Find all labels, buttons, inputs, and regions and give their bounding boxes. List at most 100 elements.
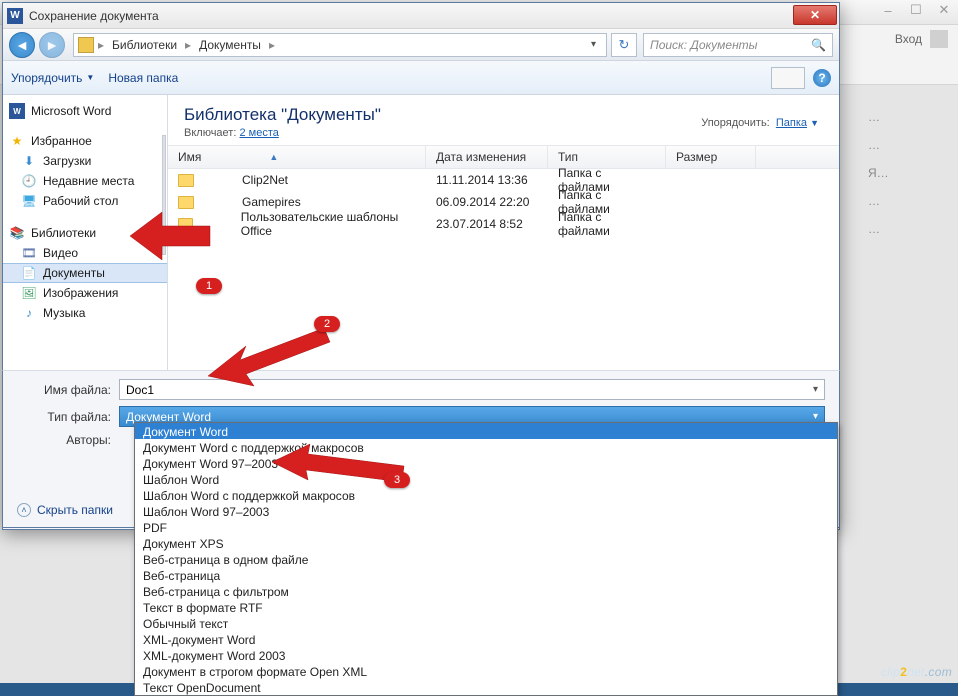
- search-input[interactable]: Поиск: Документы 🔍: [643, 33, 833, 57]
- sort-mode-link[interactable]: Папка: [776, 117, 807, 129]
- login-area[interactable]: Вход: [895, 30, 948, 48]
- filetype-option[interactable]: Документ Word 97–2003: [135, 455, 837, 471]
- refresh-button[interactable]: ↻: [611, 33, 637, 57]
- login-label: Вход: [895, 32, 922, 46]
- sort-asc-icon: ▲: [269, 152, 278, 162]
- download-icon: ⬇: [21, 153, 37, 169]
- file-type: Папка с файлами: [548, 213, 666, 235]
- column-type[interactable]: Тип: [548, 146, 666, 168]
- column-date[interactable]: Дата изменения: [426, 146, 548, 168]
- file-date: 06.09.2014 22:20: [426, 191, 548, 213]
- dialog-title: Сохранение документа: [29, 9, 159, 23]
- toolbar: Упорядочить▼ Новая папка ?: [3, 61, 839, 95]
- file-size: [666, 191, 756, 213]
- filetype-dropdown[interactable]: Документ WordДокумент Word с поддержкой …: [134, 422, 838, 696]
- filetype-option[interactable]: Документ в строгом формате Open XML: [135, 663, 837, 679]
- sidebar-item-recent[interactable]: 🕘 Недавние места: [3, 171, 167, 191]
- forward-button[interactable]: ►: [39, 32, 65, 58]
- images-icon: 🖼: [21, 285, 37, 301]
- file-date: 23.07.2014 8:52: [426, 213, 548, 235]
- file-size: [666, 213, 756, 235]
- music-icon: ♪: [21, 305, 37, 321]
- file-name: Clip2Net: [242, 173, 288, 187]
- library-locations-link[interactable]: 2 места: [239, 127, 278, 139]
- filetype-option[interactable]: Шаблон Word: [135, 471, 837, 487]
- view-mode-button[interactable]: [771, 67, 805, 89]
- chevron-down-icon[interactable]: ▾: [813, 411, 818, 422]
- column-size[interactable]: Размер: [666, 146, 756, 168]
- desktop-icon: 🖥: [21, 193, 37, 209]
- breadcrumb-seg-documents[interactable]: Документы: [193, 38, 267, 52]
- filetype-option[interactable]: Текст OpenDocument: [135, 679, 837, 695]
- search-icon: 🔍: [811, 38, 826, 52]
- chevron-up-icon: ˄: [17, 503, 31, 517]
- chevron-down-icon: ▼: [86, 73, 94, 82]
- navbar: ◄ ► ▸ Библиотеки ▸ Документы ▸ ▾ ↻ Поиск…: [3, 29, 839, 61]
- word-icon: W: [9, 103, 25, 119]
- authors-label: Авторы:: [17, 433, 111, 447]
- word-icon: W: [7, 8, 23, 24]
- table-row[interactable]: Пользовательские шаблоны Office 23.07.201…: [168, 213, 839, 235]
- library-icon: 📚: [9, 225, 25, 241]
- filetype-option[interactable]: Текст в формате RTF: [135, 599, 837, 615]
- library-sort: Упорядочить: Папка ▼: [701, 117, 819, 129]
- help-button[interactable]: ?: [813, 69, 831, 87]
- hide-folders-button[interactable]: Скрыть папки: [37, 503, 113, 517]
- annotation-badge-3: 3: [384, 472, 410, 488]
- list-header: Имя▲ Дата изменения Тип Размер: [168, 145, 839, 169]
- filetype-option[interactable]: Обычный текст: [135, 615, 837, 631]
- file-date: 11.11.2014 13:36: [426, 169, 548, 191]
- table-row[interactable]: Clip2Net11.11.2014 13:36Папка с файлами: [168, 169, 839, 191]
- filetype-option[interactable]: XML-документ Word: [135, 631, 837, 647]
- folder-icon: [178, 196, 194, 209]
- sidebar-item-favorites[interactable]: ★ Избранное: [3, 131, 167, 151]
- filetype-option[interactable]: Документ Word с поддержкой макросов: [135, 439, 837, 455]
- app-maximize-button[interactable]: ☐: [902, 0, 930, 20]
- filetype-label: Тип файла:: [17, 410, 111, 424]
- filename-label: Имя файла:: [17, 383, 111, 397]
- chevron-down-icon: ▼: [810, 118, 819, 128]
- filetype-option[interactable]: Документ Word: [135, 423, 837, 439]
- filetype-option[interactable]: PDF: [135, 519, 837, 535]
- star-icon: ★: [9, 133, 25, 149]
- side-hints: … … Я… … …: [868, 110, 948, 510]
- back-button[interactable]: ◄: [9, 32, 35, 58]
- chevron-down-icon[interactable]: ▾: [813, 384, 818, 395]
- breadcrumb[interactable]: ▸ Библиотеки ▸ Документы ▸ ▾: [73, 33, 607, 57]
- annotation-badge-2: 2: [314, 316, 340, 332]
- folder-icon: [178, 174, 194, 187]
- app-close-button[interactable]: ✕: [930, 0, 958, 20]
- recent-icon: 🕘: [21, 173, 37, 189]
- chevron-right-icon: ▸: [269, 38, 275, 52]
- filetype-option[interactable]: Веб-страница в одном файле: [135, 551, 837, 567]
- avatar: [930, 30, 948, 48]
- file-size: [666, 169, 756, 191]
- titlebar: W Сохранение документа ✕: [3, 3, 839, 29]
- watermark: clip2net.com: [881, 665, 952, 679]
- chevron-right-icon: ▸: [98, 38, 104, 52]
- video-icon: 🎞: [21, 245, 37, 261]
- filetype-option[interactable]: Документ XPS: [135, 535, 837, 551]
- annotation-badge-1: 1: [196, 278, 222, 294]
- search-placeholder: Поиск: Документы: [650, 38, 758, 52]
- filetype-option[interactable]: Веб-страница: [135, 567, 837, 583]
- new-folder-button[interactable]: Новая папка: [108, 71, 178, 85]
- chevron-right-icon: ▸: [185, 38, 191, 52]
- filetype-option[interactable]: XML-документ Word 2003: [135, 647, 837, 663]
- sidebar-item-music[interactable]: ♪ Музыка: [3, 303, 167, 323]
- app-minimize-button[interactable]: –: [874, 0, 902, 20]
- breadcrumb-seg-libraries[interactable]: Библиотеки: [106, 38, 183, 52]
- filetype-option[interactable]: Веб-страница с фильтром: [135, 583, 837, 599]
- dialog-close-button[interactable]: ✕: [793, 5, 837, 25]
- file-name: Пользовательские шаблоны Office: [241, 210, 416, 238]
- sidebar-item-downloads[interactable]: ⬇ Загрузки: [3, 151, 167, 171]
- sidebar-item-word[interactable]: W Microsoft Word: [3, 101, 167, 121]
- column-name[interactable]: Имя▲: [168, 146, 426, 168]
- documents-icon: 📄: [21, 265, 37, 281]
- filetype-option[interactable]: Шаблон Word 97–2003: [135, 503, 837, 519]
- organize-button[interactable]: Упорядочить▼: [11, 71, 94, 85]
- filetype-option[interactable]: Шаблон Word с поддержкой макросов: [135, 487, 837, 503]
- folder-icon: [78, 37, 94, 53]
- file-name: Gamepires: [242, 195, 301, 209]
- breadcrumb-dropdown-icon[interactable]: ▾: [585, 39, 602, 50]
